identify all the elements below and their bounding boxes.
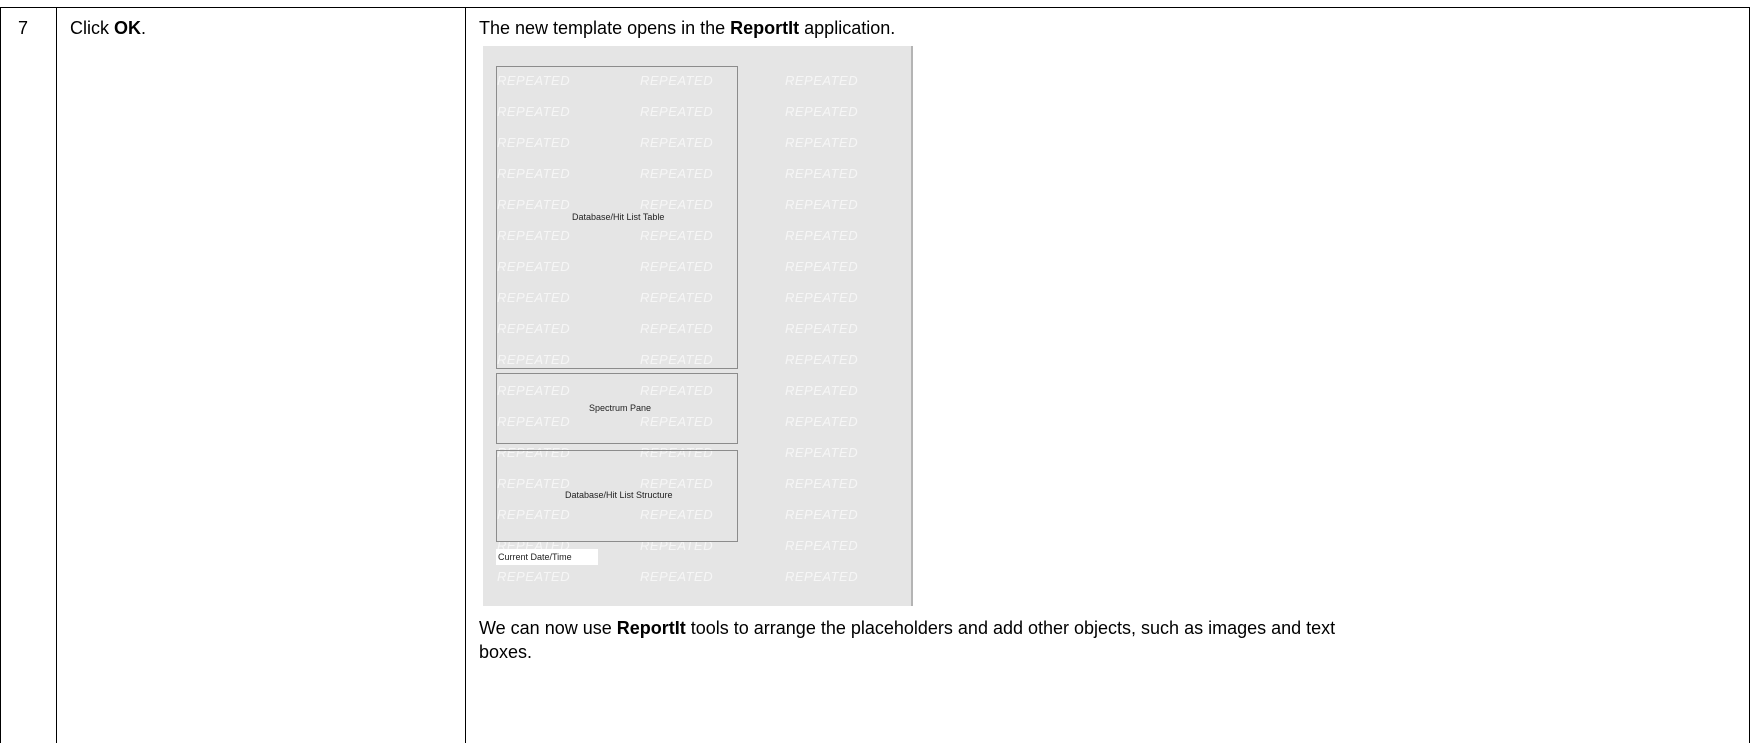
watermark-text: REPEATED: [785, 135, 859, 150]
watermark-text: REPEATED: [785, 476, 859, 491]
step-number: 7: [18, 18, 29, 38]
watermark-text: REPEATED: [785, 538, 859, 553]
watermark-text: REPEATED: [785, 352, 859, 367]
result-intro: The new template opens in the ReportIt a…: [479, 18, 896, 38]
hit-list-table-label: Database/Hit List Table: [572, 212, 665, 222]
procedure-table: 7 Click OK. The new template opens in th…: [0, 0, 1750, 743]
watermark-text: REPEATED: [785, 104, 859, 119]
watermark-text: REPEATED: [785, 383, 859, 398]
table-divider-1: [56, 7, 57, 743]
watermark-text: REPEATED: [785, 445, 859, 460]
spectrum-pane-label: Spectrum Pane: [589, 403, 652, 413]
watermark-text: REPEATED: [785, 228, 859, 243]
watermark-text: REPEATED: [497, 569, 571, 584]
watermark-text: REPEATED: [785, 73, 859, 88]
watermark-text: REPEATED: [785, 197, 859, 212]
watermark-text: REPEATED: [785, 569, 859, 584]
result-outro-line1: We can now use ReportIt tools to arrange…: [479, 618, 1336, 638]
watermark-text: REPEATED: [785, 507, 859, 522]
watermark-text: REPEATED: [785, 166, 859, 181]
table-divider-2: [465, 7, 466, 743]
watermark-text: REPEATED: [785, 259, 859, 274]
watermark-text: REPEATED: [785, 414, 859, 429]
watermark-text: REPEATED: [640, 569, 714, 584]
reportit-template-screenshot: REPEATED REPEATED REPEATED REPEATED REPEATED…: [483, 46, 913, 606]
hit-list-structure-placeholder: Database/Hit List Structure: [496, 450, 738, 542]
hit-list-structure-label: Database/Hit List Structure: [565, 490, 673, 500]
table-border-left: [0, 7, 1, 743]
watermark-text: REPEATED: [785, 321, 859, 336]
date-time-placeholder: Current Date/Time: [496, 549, 598, 565]
step-instruction: Click OK.: [70, 18, 147, 38]
watermark-text: REPEATED: [785, 290, 859, 305]
result-outro-line2: boxes.: [479, 642, 533, 662]
spectrum-pane-placeholder: Spectrum Pane: [496, 373, 738, 444]
hit-list-table-placeholder: Database/Hit List Table: [496, 66, 738, 369]
table-border-top: [0, 7, 1750, 8]
